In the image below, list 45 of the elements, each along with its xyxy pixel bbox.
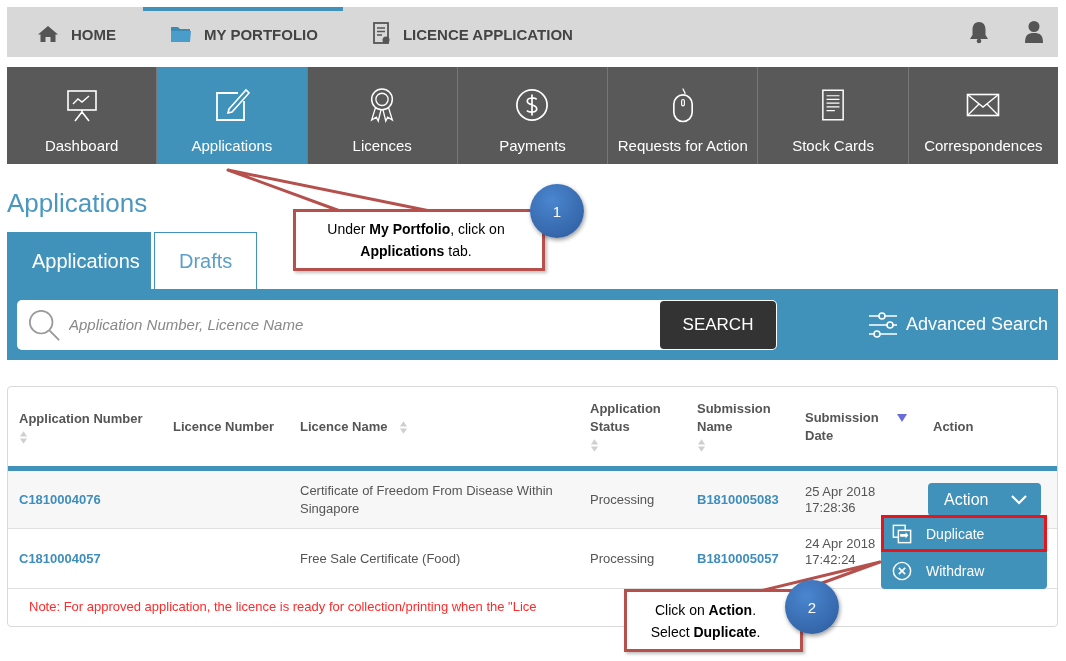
folder-icon [170, 25, 192, 43]
top-nav-item[interactable]: MY PORTFOLIO [143, 7, 343, 57]
callout-box: Under My Portfolio, click on Applications tab. [293, 209, 545, 271]
document-icon [821, 88, 846, 122]
sort-icon[interactable] [399, 420, 409, 436]
table-cell: Free Sale Certificate (Food) [300, 550, 461, 566]
table-cell-text: 24 Apr 2018 17:42:24 [805, 535, 877, 568]
table-cell: Processing [590, 491, 655, 507]
search-field[interactable]: Application Number, Licence Name SEARCH [17, 299, 777, 350]
bell-icon[interactable] [968, 20, 990, 44]
column-header[interactable]: Action [933, 418, 974, 436]
sort-icon[interactable] [590, 438, 599, 453]
search-icon [27, 307, 61, 342]
table-cell-text: 25 Apr 2018 17:28:36 [805, 483, 877, 516]
top-nav-item[interactable]: HOME [37, 7, 140, 57]
table-cell: Processing [590, 550, 655, 566]
edit-icon [213, 87, 250, 123]
document-icon [372, 22, 391, 46]
column-header[interactable]: Submission Name [697, 400, 777, 453]
duplicate-icon [892, 523, 912, 544]
column-header[interactable]: Licence Number [173, 418, 275, 436]
column-header[interactable]: Application Number [19, 409, 143, 445]
envelope-icon [966, 93, 1001, 117]
user-icon[interactable] [1024, 20, 1044, 44]
sort-descending-icon[interactable] [897, 413, 907, 422]
home-icon [37, 25, 59, 43]
column-header[interactable]: Application Status [590, 400, 670, 453]
sort-icon[interactable] [19, 429, 28, 445]
column-header[interactable]: Licence Name [300, 418, 409, 436]
top-nav-item[interactable]: LICENCE APPLICATION [372, 7, 597, 57]
page-title: Applications [7, 188, 148, 218]
table-link[interactable]: C1810004057 [19, 550, 101, 566]
note-text: Note: For approved application, the licence is ready for collection/printing when the "Lice [29, 599, 537, 614]
chevron-down-icon [1011, 494, 1027, 505]
mouse-icon [671, 87, 694, 123]
close-circle-icon [892, 560, 912, 581]
presentation-board-icon [64, 88, 99, 122]
column-header[interactable]: Submission Date [805, 408, 905, 445]
table-link[interactable]: B1810005057 [697, 550, 779, 566]
table-cell: Certificate of Freedom From Disease Within Singapore [300, 482, 553, 516]
sliders-icon [867, 310, 898, 339]
sort-icon[interactable] [697, 438, 706, 453]
dollar-icon [515, 88, 550, 122]
search-button[interactable]: SEARCH [660, 300, 776, 349]
step-badge: 1 [530, 184, 584, 238]
